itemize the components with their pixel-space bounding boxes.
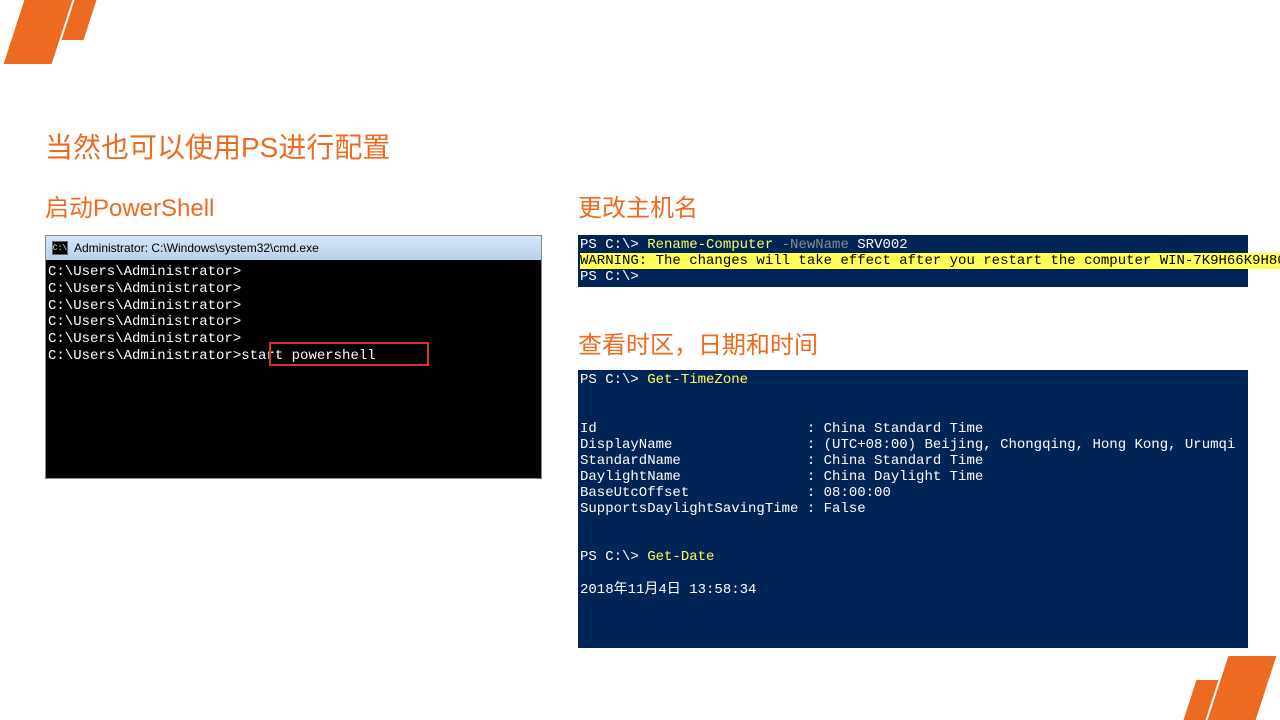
ps-warning: WARNING: The changes will take effect af…	[580, 253, 1280, 269]
cmd-line: C:\Users\Administrator>	[48, 264, 539, 281]
cmd-title-text: Administrator: C:\Windows\system32\cmd.e…	[74, 241, 319, 255]
cmd-titlebar: C:\ Administrator: C:\Windows\system32\c…	[46, 236, 541, 260]
right-column: 更改主机名 PS C:\> Rename-Computer -NewName S…	[578, 188, 1248, 648]
cmd-icon: C:\	[52, 241, 68, 255]
ps-cmdlet: Get-Date	[647, 549, 714, 565]
ps-cmdlet: Rename-Computer	[647, 237, 781, 253]
cmd-window: C:\ Administrator: C:\Windows\system32\c…	[45, 235, 542, 479]
powershell-rename-block: PS C:\> Rename-Computer -NewName SRV002 …	[578, 235, 1248, 287]
ps-prompt: PS C:\>	[580, 237, 647, 253]
ps-date-output: 2018年11月4日 13:58:34	[580, 582, 756, 598]
tz-output: Id : China Standard Time DisplayName : (…	[580, 421, 1235, 517]
logo-top	[14, 0, 124, 64]
ps-arg: SRV002	[857, 237, 907, 253]
cmd-line: C:\Users\Administrator>	[48, 298, 539, 315]
highlight-box	[269, 342, 429, 366]
cmd-line: C:\Users\Administrator>	[48, 314, 539, 331]
logo-bottom	[1156, 656, 1266, 720]
page-title: 当然也可以使用PS进行配置	[45, 126, 390, 166]
subtitle-rename-host: 更改主机名	[578, 188, 1248, 223]
powershell-timezone-block: PS C:\> Get-TimeZone Id : China Standard…	[578, 370, 1248, 648]
ps-prompt: PS C:\>	[580, 269, 639, 285]
ps-cmdlet: Get-TimeZone	[647, 372, 748, 388]
ps-prompt: PS C:\>	[580, 549, 647, 565]
cmd-line: C:\Users\Administrator>	[48, 281, 539, 298]
subtitle-start-powershell: 启动PowerShell	[45, 188, 540, 223]
left-column: 启动PowerShell C:\ Administrator: C:\Windo…	[45, 188, 540, 479]
cmd-body: C:\Users\Administrator> C:\Users\Adminis…	[46, 260, 541, 478]
ps-param: -NewName	[782, 237, 858, 253]
ps-prompt: PS C:\>	[580, 372, 647, 388]
subtitle-timezone: 查看时区，日期和时间	[578, 325, 1248, 360]
